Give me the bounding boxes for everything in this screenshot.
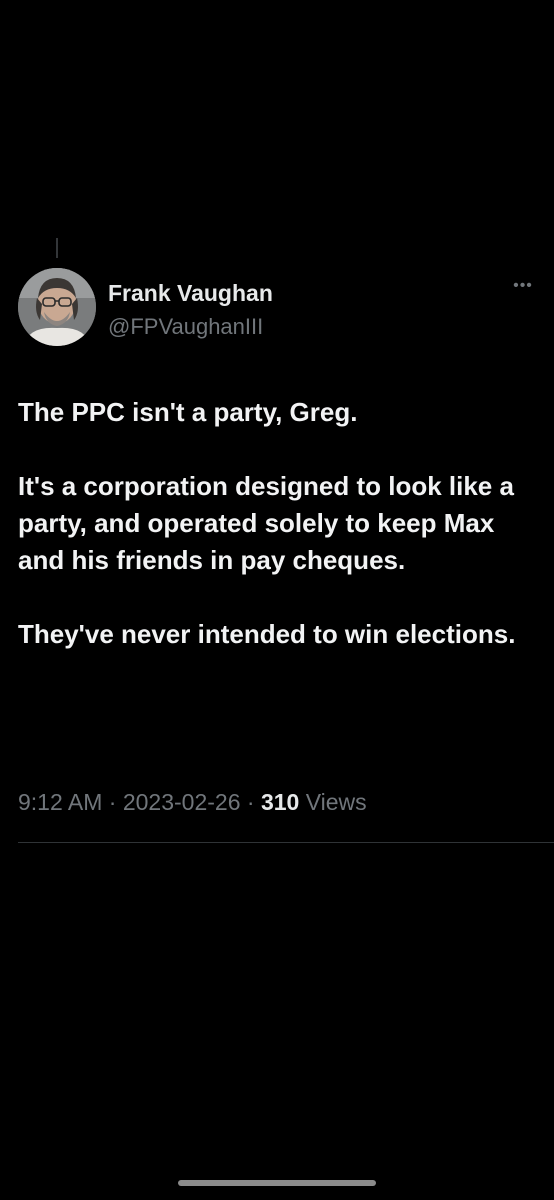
tweet-meta: 9:12 AM · 2023-02-26 · 310 Views	[18, 789, 367, 816]
tweet-time[interactable]: 9:12 AM	[18, 789, 102, 815]
divider	[18, 842, 554, 843]
tweet-paragraph: They've never intended to win elections.	[18, 619, 516, 649]
more-dots-icon[interactable]: •••	[510, 276, 536, 296]
tweet-paragraph: It's a corporation designed to look like…	[18, 471, 514, 575]
views-label[interactable]: Views	[306, 789, 367, 815]
avatar[interactable]	[18, 268, 96, 346]
meta-separator: ·	[108, 789, 117, 815]
author-handle[interactable]: @FPVaughanIII	[108, 314, 263, 340]
views-count[interactable]: 310	[261, 789, 299, 815]
tweet-paragraph: The PPC isn't a party, Greg.	[18, 397, 358, 427]
author-name[interactable]: Frank Vaughan	[108, 280, 273, 307]
tweet-date[interactable]: 2023-02-26	[123, 789, 241, 815]
home-indicator[interactable]	[178, 1180, 376, 1186]
tweet-header: Frank Vaughan @FPVaughanIII •••	[18, 268, 536, 348]
thread-connector-line	[56, 238, 58, 258]
meta-separator: ·	[246, 789, 255, 815]
tweet-body: The PPC isn't a party, Greg. It's a corp…	[18, 394, 538, 690]
